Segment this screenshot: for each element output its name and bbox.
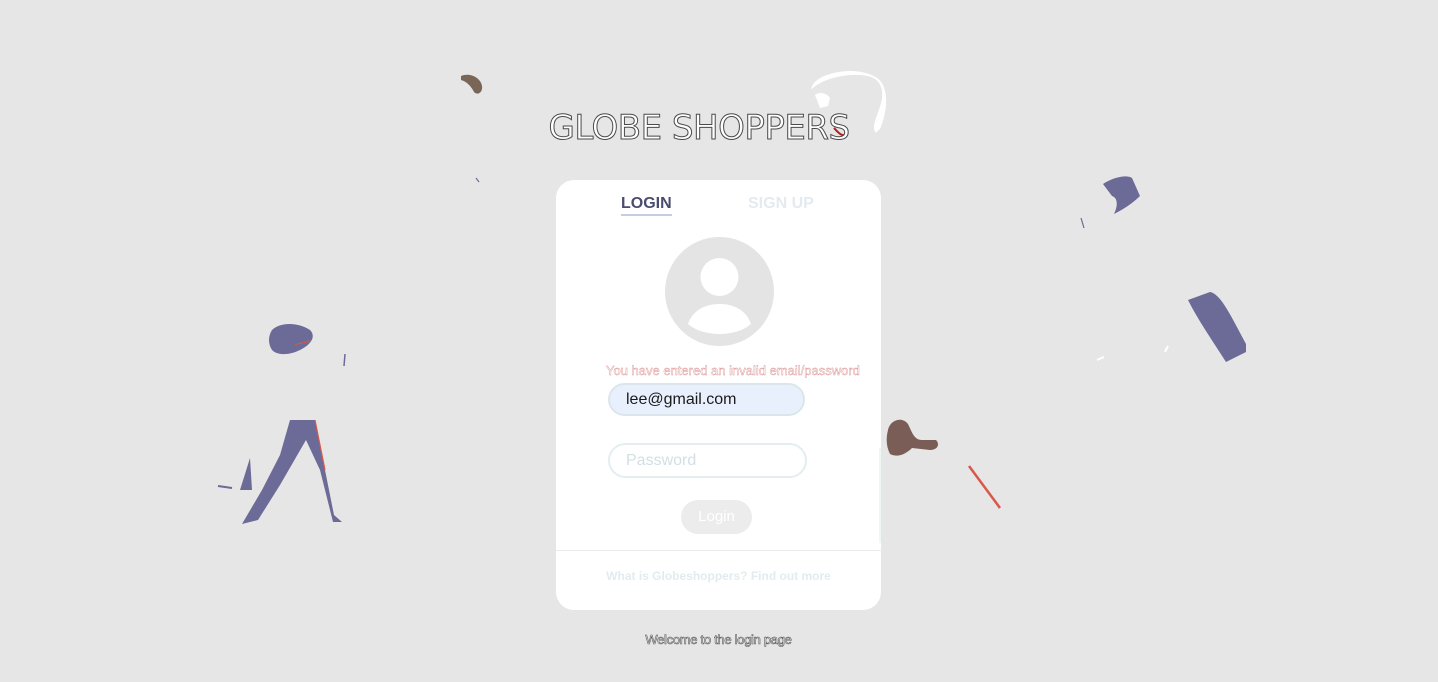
card-divider [556, 550, 881, 551]
login-button[interactable]: Login [681, 500, 752, 534]
email-field[interactable] [608, 383, 805, 416]
error-message: You have entered an invalid email/passwo… [606, 363, 860, 378]
login-page: GLOBE SHOPPERS LOGIN SIGN UP You have en… [0, 0, 1438, 682]
welcome-caption: Welcome to the login page [645, 632, 792, 648]
card-edge-highlight [879, 448, 881, 543]
right-person-illustration [886, 176, 1246, 509]
tab-signup[interactable]: SIGN UP [748, 195, 814, 213]
brand-title: GLOBE SHOPPERS [548, 108, 851, 149]
password-field[interactable] [608, 443, 807, 478]
about-link[interactable]: What is Globeshoppers? Find out more [556, 569, 881, 583]
user-avatar-icon [665, 237, 774, 346]
tab-login[interactable]: LOGIN [621, 195, 672, 216]
